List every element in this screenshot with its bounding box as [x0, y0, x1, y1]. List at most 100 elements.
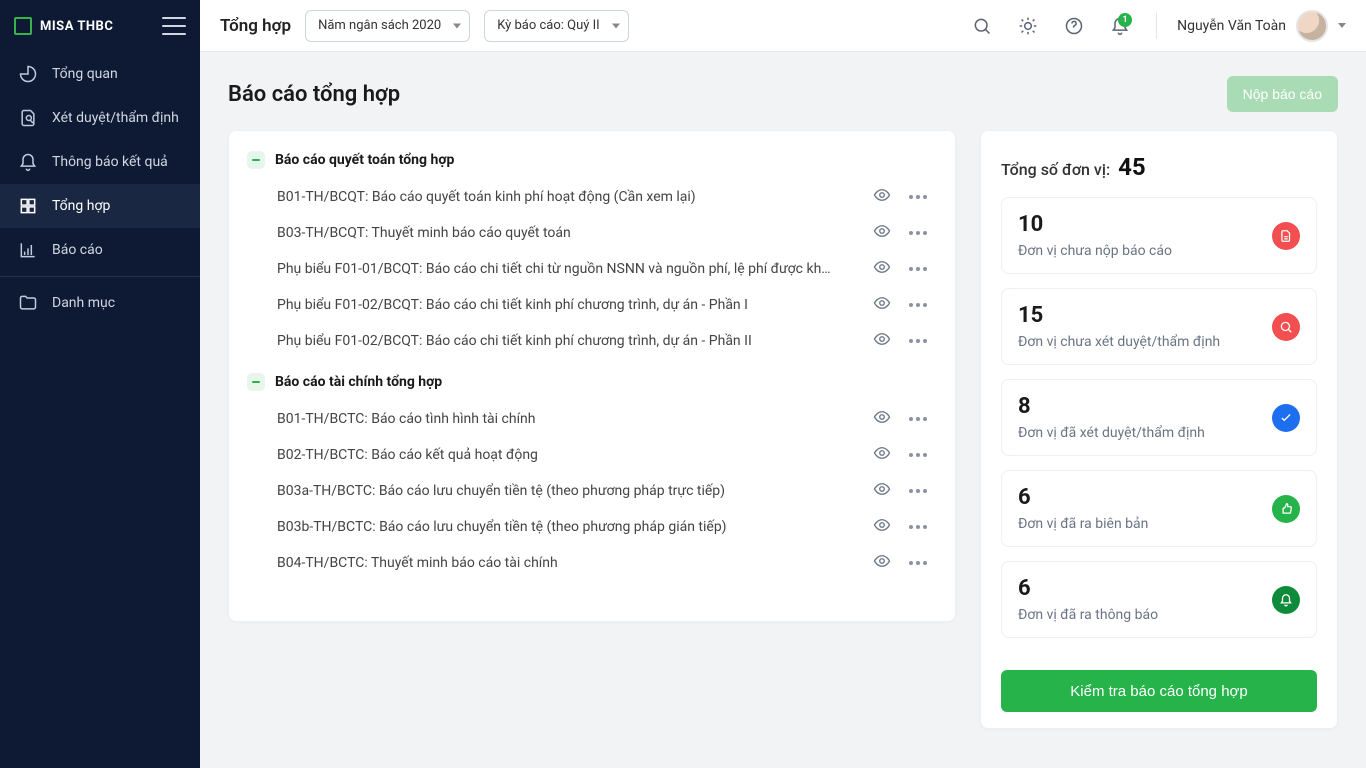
chevron-down-icon [1338, 23, 1346, 28]
grid-icon [18, 196, 38, 216]
more-button[interactable] [909, 525, 927, 529]
notifications-button[interactable]: 1 [1104, 10, 1136, 42]
stat-number: 10 [1018, 212, 1172, 237]
nav-label: Thông báo kết quả [52, 154, 168, 170]
page-title: Báo cáo tổng hợp [228, 82, 400, 107]
chevron-down-icon [612, 23, 620, 28]
group-title: Báo cáo quyết toán tổng hợp [275, 152, 454, 168]
stat-card[interactable]: 10 Đơn vị chưa nộp báo cáo [1001, 197, 1317, 274]
nav-label: Tổng hợp [52, 198, 110, 214]
more-button[interactable] [909, 339, 927, 343]
file-icon [1272, 222, 1300, 250]
more-button[interactable] [909, 489, 927, 493]
bell-icon [18, 152, 38, 172]
nav-label: Xét duyệt/thẩm định [52, 110, 179, 126]
stat-card[interactable]: 15 Đơn vị chưa xét duyệt/thẩm định [1001, 288, 1317, 365]
report-item-label: B01-TH/BCTC: Báo cáo tình hình tài chính [277, 411, 536, 427]
preview-button[interactable] [873, 552, 891, 574]
stat-number: 8 [1018, 394, 1205, 419]
stat-label: Đơn vị chưa nộp báo cáo [1018, 243, 1172, 259]
report-item-label: B03-TH/BCQT: Thuyết minh báo cáo quyết t… [277, 225, 571, 241]
sidebar-header: MISA THBC [0, 0, 200, 52]
notification-badge: 1 [1118, 13, 1132, 27]
stat-number: 15 [1018, 303, 1220, 328]
collapse-toggle[interactable] [247, 151, 265, 169]
stat-label: Đơn vị đã ra biên bản [1018, 516, 1148, 532]
more-button[interactable] [909, 267, 927, 271]
sidebar-item-chart[interactable]: Báo cáo [0, 228, 200, 272]
more-button[interactable] [909, 231, 927, 235]
preview-button[interactable] [873, 186, 891, 208]
app-logo[interactable]: MISA THBC [14, 17, 113, 35]
more-button[interactable] [909, 195, 927, 199]
reports-panel: Báo cáo quyết toán tổng hợp B01-TH/BCQT:… [228, 130, 956, 622]
report-item[interactable]: Phụ biểu F01-01/BCQT: Báo cáo chi tiết c… [247, 251, 937, 287]
period-select[interactable]: Kỳ báo cáo: Quý II [484, 10, 629, 42]
verify-report-button[interactable]: Kiểm tra báo cáo tổng hợp [1001, 670, 1317, 712]
report-item-label: Phụ biểu F01-02/BCQT: Báo cáo chi tiết k… [277, 333, 752, 349]
app-name: MISA THBC [40, 19, 113, 34]
topbar: Tổng hợp Năm ngân sách 2020 Kỳ báo cáo: … [200, 0, 1366, 52]
preview-button[interactable] [873, 330, 891, 352]
preview-button[interactable] [873, 516, 891, 538]
preview-button[interactable] [873, 222, 891, 244]
sidebar-item-pie[interactable]: Tổng quan [0, 52, 200, 96]
report-group: Báo cáo tài chính tổng hợp B01-TH/BCTC: … [247, 373, 937, 581]
user-menu[interactable]: Nguyễn Văn Toàn [1177, 10, 1346, 42]
settings-button[interactable] [1012, 10, 1044, 42]
report-item-label: B03a-TH/BCTC: Báo cáo lưu chuyển tiền tệ… [277, 483, 725, 499]
summary-panel: Tổng số đơn vị: 45 10 Đơn vị chưa nộp bá… [980, 130, 1338, 729]
nav-label: Danh mục [52, 295, 115, 311]
user-name: Nguyễn Văn Toàn [1177, 18, 1286, 34]
preview-button[interactable] [873, 408, 891, 430]
chart-icon [18, 240, 38, 260]
sidebar-item-grid[interactable]: Tổng hợp [0, 184, 200, 228]
report-item-label: Phụ biểu F01-01/BCQT: Báo cáo chi tiết c… [277, 261, 837, 277]
report-item[interactable]: B02-TH/BCTC: Báo cáo kết quả hoạt động [247, 437, 937, 473]
report-item[interactable]: Phụ biểu F01-02/BCQT: Báo cáo chi tiết k… [247, 323, 937, 359]
stat-card[interactable]: 8 Đơn vị đã xét duyệt/thẩm định [1001, 379, 1317, 456]
nav-label: Tổng quan [52, 66, 118, 82]
logo-icon [14, 17, 32, 35]
report-item[interactable]: B03-TH/BCQT: Thuyết minh báo cáo quyết t… [247, 215, 937, 251]
search-button[interactable] [966, 10, 998, 42]
more-button[interactable] [909, 303, 927, 307]
more-button[interactable] [909, 453, 927, 457]
page-title-row: Báo cáo tổng hợp Nộp báo cáo [228, 76, 1338, 112]
more-button[interactable] [909, 561, 927, 565]
more-button[interactable] [909, 417, 927, 421]
report-item[interactable]: B03a-TH/BCTC: Báo cáo lưu chuyển tiền tệ… [247, 473, 937, 509]
collapse-toggle[interactable] [247, 373, 265, 391]
report-item[interactable]: B01-TH/BCTC: Báo cáo tình hình tài chính [247, 401, 937, 437]
preview-button[interactable] [873, 480, 891, 502]
preview-button[interactable] [873, 444, 891, 466]
preview-button[interactable] [873, 294, 891, 316]
topbar-title: Tổng hợp [220, 16, 291, 36]
main: Tổng hợp Năm ngân sách 2020 Kỳ báo cáo: … [200, 0, 1366, 768]
preview-button[interactable] [873, 258, 891, 280]
menu-toggle-icon[interactable] [162, 17, 186, 35]
stat-card[interactable]: 6 Đơn vị đã ra biên bản [1001, 470, 1317, 547]
report-item[interactable]: Phụ biểu F01-02/BCQT: Báo cáo chi tiết k… [247, 287, 937, 323]
bell-icon [1272, 586, 1300, 614]
budget-year-select[interactable]: Năm ngân sách 2020 [305, 10, 470, 42]
report-item-label: B03b-TH/BCTC: Báo cáo lưu chuyển tiền tệ… [277, 519, 727, 535]
stat-label: Đơn vị đã xét duyệt/thẩm định [1018, 425, 1205, 441]
sidebar-item-folder[interactable]: Danh mục [0, 281, 200, 325]
total-units: Tổng số đơn vị: 45 [1001, 153, 1317, 181]
report-item[interactable]: B01-TH/BCQT: Báo cáo quyết toán kinh phí… [247, 179, 937, 215]
report-item[interactable]: B04-TH/BCTC: Thuyết minh báo cáo tài chí… [247, 545, 937, 581]
sidebar-item-bell[interactable]: Thông báo kết quả [0, 140, 200, 184]
folder-icon [18, 293, 38, 313]
help-button[interactable] [1058, 10, 1090, 42]
sidebar-item-doc-search[interactable]: Xét duyệt/thẩm định [0, 96, 200, 140]
submit-report-button[interactable]: Nộp báo cáo [1227, 76, 1338, 112]
report-group: Báo cáo quyết toán tổng hợp B01-TH/BCQT:… [247, 151, 937, 359]
content: Báo cáo tổng hợp Nộp báo cáo Báo cáo quy… [200, 52, 1366, 768]
stat-card[interactable]: 6 Đơn vị đã ra thông báo [1001, 561, 1317, 638]
stat-number: 6 [1018, 485, 1148, 510]
report-item[interactable]: B03b-TH/BCTC: Báo cáo lưu chuyển tiền tệ… [247, 509, 937, 545]
report-item-label: B02-TH/BCTC: Báo cáo kết quả hoạt động [277, 447, 538, 463]
pie-icon [18, 64, 38, 84]
stat-label: Đơn vị đã ra thông báo [1018, 607, 1158, 623]
